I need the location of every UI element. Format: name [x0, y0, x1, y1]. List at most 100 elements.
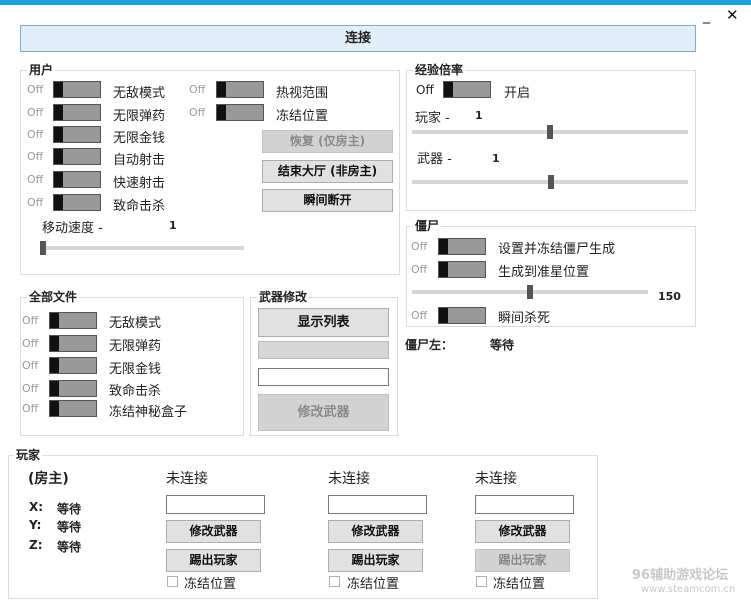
y-value: 等待 — [57, 520, 82, 534]
player-slot-2-freeze-label: 冻结位置 — [347, 577, 400, 592]
host-label: (房主) — [28, 471, 69, 487]
exp-player-slider-thumb[interactable] — [547, 125, 553, 139]
player-slot-1-freeze-label: 冻结位置 — [184, 577, 237, 592]
all-god-mode-label: 无敌模式 — [109, 316, 162, 331]
god-mode-toggle[interactable] — [53, 81, 101, 98]
infinite-ammo-label: 无限弹药 — [113, 109, 166, 124]
one-hit-kill-label: 致命击杀 — [113, 199, 166, 214]
exp-weapon-value: 1 — [492, 152, 500, 165]
instant-kill-toggle[interactable] — [438, 307, 486, 324]
all-infinite-ammo-toggle[interactable] — [49, 335, 97, 352]
freeze-spawn-label: 设置并冻结僵尸生成 — [498, 242, 616, 257]
player-slot-1-modify-button[interactable]: 修改武器 — [166, 520, 261, 543]
thermal-vision-label: 热视范围 — [276, 86, 329, 101]
restore-host-only-button[interactable]: 恢复 (仅房主) — [262, 130, 393, 153]
all-god-mode-toggle[interactable] — [49, 312, 97, 329]
freeze-spawn-toggle[interactable] — [438, 238, 486, 255]
off-label: Off — [22, 314, 39, 327]
god-mode-label: 无敌模式 — [113, 86, 166, 101]
x-value: 等待 — [57, 502, 82, 516]
player-slot-3-modify-button[interactable]: 修改武器 — [475, 520, 570, 543]
instant-kill-label: 瞬间杀死 — [498, 311, 551, 326]
weapon-group-title: 武器修改 — [257, 290, 310, 304]
off-label: Off — [416, 83, 434, 97]
all-infinite-money-label: 无限金钱 — [109, 362, 162, 377]
minimize-button[interactable]: _ — [703, 8, 710, 24]
infinite-money-toggle[interactable] — [53, 126, 101, 143]
zombies-left-label: 僵尸左： — [405, 338, 454, 352]
watermark-line1: 96辅助游戏论坛 — [632, 568, 729, 583]
freeze-mystery-box-toggle[interactable] — [49, 400, 97, 417]
auto-fire-toggle[interactable] — [53, 148, 101, 165]
all-one-hit-kill-toggle[interactable] — [49, 380, 97, 397]
off-label: Off — [411, 240, 428, 253]
off-label: Off — [27, 106, 44, 119]
freeze-mystery-box-label: 冻结神秘盒子 — [109, 405, 188, 420]
off-label: Off — [22, 359, 39, 372]
close-button[interactable]: ✕ — [726, 6, 739, 24]
freeze-position-label: 冻结位置 — [276, 109, 329, 124]
all-infinite-ammo-label: 无限弹药 — [109, 339, 162, 354]
off-label: Off — [22, 402, 39, 415]
player-slot-1-kick-button[interactable]: 踢出玩家 — [166, 549, 261, 572]
off-label: Off — [22, 337, 39, 350]
instant-disconnect-button[interactable]: 瞬间断开 — [262, 189, 393, 212]
off-label: Off — [411, 309, 428, 322]
z-value: 等待 — [57, 540, 82, 554]
player-slot-2-modify-button[interactable]: 修改武器 — [328, 520, 423, 543]
player-slot-3-kick-button[interactable]: 踢出玩家 — [475, 549, 570, 572]
modify-weapon-button[interactable]: 修改武器 — [258, 394, 389, 431]
zombie-group-title: 僵尸 — [413, 219, 442, 233]
all-infinite-money-toggle[interactable] — [49, 357, 97, 374]
player-slot-3-freeze-checkbox[interactable] — [476, 576, 487, 587]
player-slot-1-freeze-checkbox[interactable] — [167, 576, 178, 587]
move-speed-slider[interactable] — [40, 246, 244, 250]
infinite-money-label: 无限金钱 — [113, 131, 166, 146]
off-label: Off — [22, 382, 39, 395]
player-slot-2-input[interactable] — [328, 495, 427, 514]
zombie-slider-value: 150 — [658, 290, 681, 303]
show-list-button[interactable]: 显示列表 — [258, 308, 389, 337]
player-slot-1-input[interactable] — [166, 495, 265, 514]
weapon-list-bar[interactable] — [258, 341, 389, 359]
players-group-title: 玩家 — [14, 448, 43, 462]
all-group-title: 全部文件 — [27, 290, 80, 304]
exp-player-value: 1 — [475, 109, 483, 122]
exp-player-label: 玩家 - — [415, 111, 450, 126]
x-label: X: — [29, 500, 44, 514]
player-slot-3-input[interactable] — [475, 495, 574, 514]
move-speed-label: 移动速度 - — [42, 221, 103, 236]
off-label: Off — [411, 263, 428, 276]
move-speed-value: 1 — [169, 219, 177, 232]
player-slot-2-freeze-checkbox[interactable] — [329, 576, 340, 587]
exp-weapon-label: 武器 - — [417, 152, 452, 167]
off-label: Off — [189, 106, 206, 119]
z-label: Z: — [29, 538, 43, 552]
off-label: Off — [189, 83, 206, 96]
exp-enable-label: 开启 — [504, 86, 531, 101]
off-label: Off — [27, 83, 44, 96]
zombie-slider-thumb[interactable] — [527, 285, 533, 299]
rapid-fire-toggle[interactable] — [53, 171, 101, 188]
exp-weapon-slider-thumb[interactable] — [548, 175, 554, 189]
thermal-vision-toggle[interactable] — [216, 81, 264, 98]
spawn-crosshair-label: 生成到准星位置 — [498, 265, 590, 280]
infinite-ammo-toggle[interactable] — [53, 104, 101, 121]
end-lobby-button[interactable]: 结束大厅 (非房主) — [262, 160, 393, 183]
auto-fire-label: 自动射击 — [113, 153, 166, 168]
one-hit-kill-toggle[interactable] — [53, 194, 101, 211]
exp-enable-toggle[interactable] — [443, 81, 491, 98]
freeze-position-toggle[interactable] — [216, 104, 264, 121]
spawn-crosshair-toggle[interactable] — [438, 261, 486, 278]
zombies-left-value: 等待 — [490, 338, 515, 352]
player-slot-2-status: 未连接 — [328, 471, 370, 487]
move-speed-slider-thumb[interactable] — [40, 241, 46, 255]
title-accent-bar — [0, 0, 751, 5]
off-label: Off — [27, 128, 44, 141]
player-slot-3-freeze-label: 冻结位置 — [493, 577, 546, 592]
watermark-line2: www.steamcom.cn — [641, 584, 736, 595]
connect-button[interactable]: 连接 — [20, 25, 696, 52]
weapon-input[interactable] — [258, 368, 389, 386]
user-group-title: 用户 — [27, 63, 56, 77]
player-slot-2-kick-button[interactable]: 踢出玩家 — [328, 549, 423, 572]
